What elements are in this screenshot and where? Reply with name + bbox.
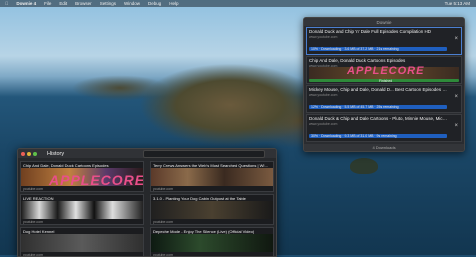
cancel-icon[interactable]: × — [454, 123, 458, 129]
cancel-icon[interactable]: × — [454, 36, 458, 42]
close-window-icon[interactable] — [21, 151, 25, 156]
cancel-icon[interactable]: × — [454, 94, 458, 100]
downloads-footer: 4 Downloads — [304, 144, 464, 151]
menu-settings[interactable]: Settings — [100, 1, 116, 6]
download-source: www.youtube.com — [309, 35, 338, 39]
history-card[interactable]: Dog Hotel Kennel youtube.com — [20, 227, 144, 257]
history-window: History Chip And Dale, Donald Duck Carto… — [17, 148, 277, 257]
menu-edit[interactable]: Edit — [59, 1, 67, 6]
history-card[interactable]: Chip And Dale, Donald Duck Cartoons Epis… — [20, 161, 144, 192]
download-source: www.youtube.com — [309, 122, 338, 126]
history-card-thumbnail — [21, 201, 143, 219]
history-card-thumbnail — [151, 234, 273, 252]
download-item[interactable]: Mickey Mouse, Chip and Dale, Donald D...… — [306, 85, 462, 113]
menu-window[interactable]: Window — [124, 1, 140, 6]
history-card-source: youtube.com — [23, 220, 44, 224]
history-card-thumbnail — [21, 234, 143, 252]
history-card-thumbnail — [151, 168, 273, 186]
menu-clock[interactable]: Tue 5:13 AM — [445, 1, 470, 6]
history-card-title: Depeche Mode - Enjoy The Silence (Live) … — [153, 229, 255, 234]
history-search-input[interactable] — [143, 150, 265, 158]
download-item[interactable]: Donald Duck & Chip and Dale Cartoons - P… — [306, 114, 462, 142]
downloads-title: Downie — [376, 19, 392, 25]
menu-help[interactable]: Help — [169, 1, 178, 6]
minimize-window-icon[interactable] — [27, 151, 31, 156]
zoom-window-icon[interactable] — [33, 151, 37, 156]
menu-debug[interactable]: Debug — [148, 1, 161, 6]
history-card-title: LIVE REACTION — [23, 196, 54, 201]
history-card-source: youtube.com — [23, 187, 44, 191]
menu-file[interactable]: File — [44, 1, 51, 6]
download-name: Mickey Mouse, Chip and Dale, Donald D...… — [309, 87, 449, 92]
history-title: History — [47, 150, 65, 157]
download-status: 30% · Downloading · 9.3 MB of 31.0 MB · … — [311, 134, 397, 138]
menu-browser[interactable]: Browser — [75, 1, 92, 6]
download-status: 12% · Downloading · 5.5 MB of 45.7 MB · … — [311, 105, 399, 109]
history-card-title: 3.1.0 - Planting Your Dog Cabin Outpost … — [153, 196, 246, 201]
history-card-title: Chip And Dale, Donald Duck Cartoons Epis… — [23, 163, 109, 168]
wallpaper-rock — [350, 158, 378, 174]
history-titlebar[interactable]: History — [18, 149, 276, 158]
downloads-window: Downie Donald Duck and Chip 'n' Dale Ful… — [303, 17, 465, 152]
download-source: www.youtube.com — [309, 93, 338, 97]
history-card-source: youtube.com — [153, 253, 174, 257]
download-name: Donald Duck and Chip 'n' Dale Full Episo… — [309, 29, 432, 34]
history-card-source: youtube.com — [153, 220, 174, 224]
downloads-titlebar[interactable]: Downie — [304, 18, 464, 26]
history-card[interactable]: LIVE REACTION youtube.com — [20, 194, 144, 225]
download-item[interactable]: Chip And Dale, Donald Duck Cartoons Epis… — [306, 56, 462, 84]
apple-menu-icon[interactable]:  — [5, 1, 8, 6]
watermark-text: APPLECORE — [49, 172, 144, 188]
history-card[interactable]: 3.1.0 - Planting Your Dog Cabin Outpost … — [150, 194, 274, 225]
history-card-thumbnail — [151, 201, 273, 219]
history-card-title: Terry Crews Answers the Web's Most Searc… — [153, 163, 271, 168]
history-grid: Chip And Dale, Donald Duck Cartoons Epis… — [20, 161, 274, 257]
download-status: 10% · Downloading · 3.6 MB of 37.2 MB · … — [311, 47, 399, 51]
watermark-text: APPLECORE — [347, 65, 425, 77]
menu-bar:  Downie 4 File Edit Browser Settings Wi… — [0, 0, 476, 7]
download-name: Chip And Dale, Donald Duck Cartoons Epis… — [309, 58, 406, 63]
history-card[interactable]: Terry Crews Answers the Web's Most Searc… — [150, 161, 274, 192]
download-status: Finished — [379, 79, 393, 83]
history-card-title: Dog Hotel Kennel — [23, 229, 55, 234]
history-card[interactable]: Depeche Mode - Enjoy The Silence (Live) … — [150, 227, 274, 257]
download-item[interactable]: Donald Duck and Chip 'n' Dale Full Episo… — [306, 27, 462, 55]
history-card-source: youtube.com — [153, 187, 174, 191]
history-card-source: youtube.com — [23, 253, 44, 257]
menu-app-name[interactable]: Downie 4 — [16, 1, 36, 6]
download-name: Donald Duck & Chip and Dale Cartoons - P… — [309, 116, 449, 121]
